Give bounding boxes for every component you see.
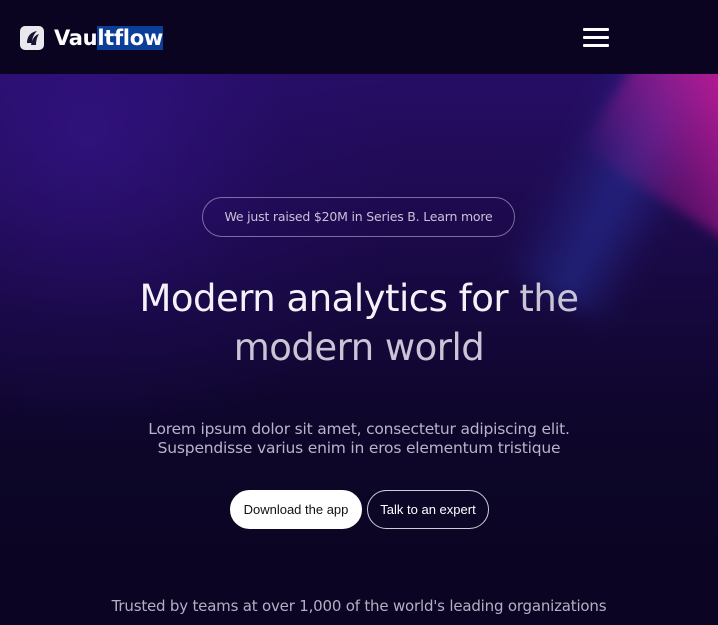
hero-subtext: Lorem ipsum dolor sit amet, consectetur … [0,420,718,458]
hamburger-bar [583,44,609,47]
hamburger-menu-icon[interactable] [583,28,609,48]
hero-headline: Modern analytics for the modern world [0,274,718,372]
brand-name: Vaultflow [54,26,163,50]
brand-logo-link[interactable]: Vaultflow [20,26,163,50]
trusted-by-text: Trusted by teams at over 1,000 of the wo… [111,597,607,615]
brand-name-part2-selected: ltflow [97,26,163,50]
hero-section: We just raised $20M in Series B. Learn m… [0,74,718,625]
headline-part2: the [519,277,579,320]
brand-name-part1: Vau [54,26,98,50]
hamburger-bar [583,36,609,39]
announcement-pill-link[interactable]: We just raised $20M in Series B. Learn m… [202,197,515,237]
vaultflow-logo-icon [20,26,44,50]
subtext-line2: Suspendisse varius enim in eros elementu… [157,439,561,457]
headline-part1: Modern analytics for [139,277,520,320]
site-header: Vaultflow [0,0,718,74]
subtext-line1: Lorem ipsum dolor sit amet, consectetur … [148,420,570,438]
hero-background-glow [0,74,400,434]
hamburger-bar [583,28,609,31]
headline-line2: modern world [233,326,485,369]
talk-to-expert-button[interactable]: Talk to an expert [367,490,489,529]
download-app-button[interactable]: Download the app [230,490,362,529]
